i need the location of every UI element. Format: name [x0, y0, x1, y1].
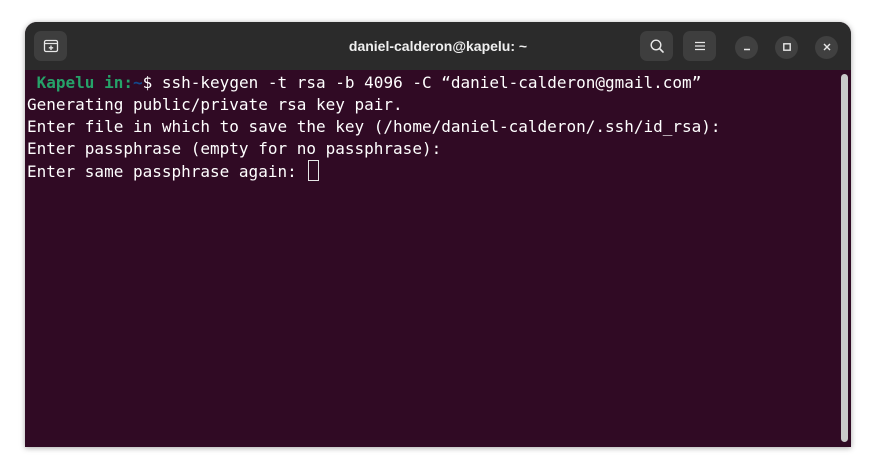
- hamburger-menu-icon: [693, 39, 707, 53]
- input-prompt-text: Enter same passphrase again:: [27, 162, 307, 181]
- output-line: Enter passphrase (empty for no passphras…: [27, 139, 442, 158]
- input-line[interactable]: Enter same passphrase again:: [27, 160, 837, 182]
- new-tab-icon: [43, 38, 59, 54]
- scrollbar[interactable]: [841, 74, 848, 442]
- search-button[interactable]: [640, 31, 673, 61]
- prompt-symbol: $: [142, 73, 153, 92]
- title-bar: daniel-calderon@kapelu: ~: [25, 22, 851, 70]
- search-icon: [649, 38, 665, 54]
- command-text: ssh-keygen -t rsa -b 4096 -C “daniel-cal…: [152, 73, 702, 92]
- output-line: Generating public/private rsa key pair.: [27, 95, 403, 114]
- maximize-icon: [782, 39, 792, 57]
- close-button[interactable]: [815, 36, 838, 59]
- terminal-output[interactable]: Kapelu in:~$ ssh-keygen -t rsa -b 4096 -…: [25, 70, 837, 447]
- command-line: Kapelu in:~$ ssh-keygen -t rsa -b 4096 -…: [27, 72, 837, 94]
- close-icon: [822, 39, 832, 57]
- prompt-path: ~: [132, 73, 143, 92]
- window-title: daniel-calderon@kapelu: ~: [348, 38, 528, 54]
- text-cursor: [308, 160, 320, 181]
- new-tab-button[interactable]: [34, 31, 67, 61]
- output-line: Enter file in which to save the key (/ho…: [27, 117, 721, 136]
- minimize-icon: [742, 39, 752, 57]
- maximize-button[interactable]: [775, 36, 798, 59]
- terminal-window: daniel-calderon@kapelu: ~ Kapelu in:~$ s…: [25, 22, 851, 447]
- prompt-user: Kapelu in:: [27, 73, 133, 92]
- menu-button[interactable]: [683, 31, 716, 61]
- minimize-button[interactable]: [735, 36, 758, 59]
